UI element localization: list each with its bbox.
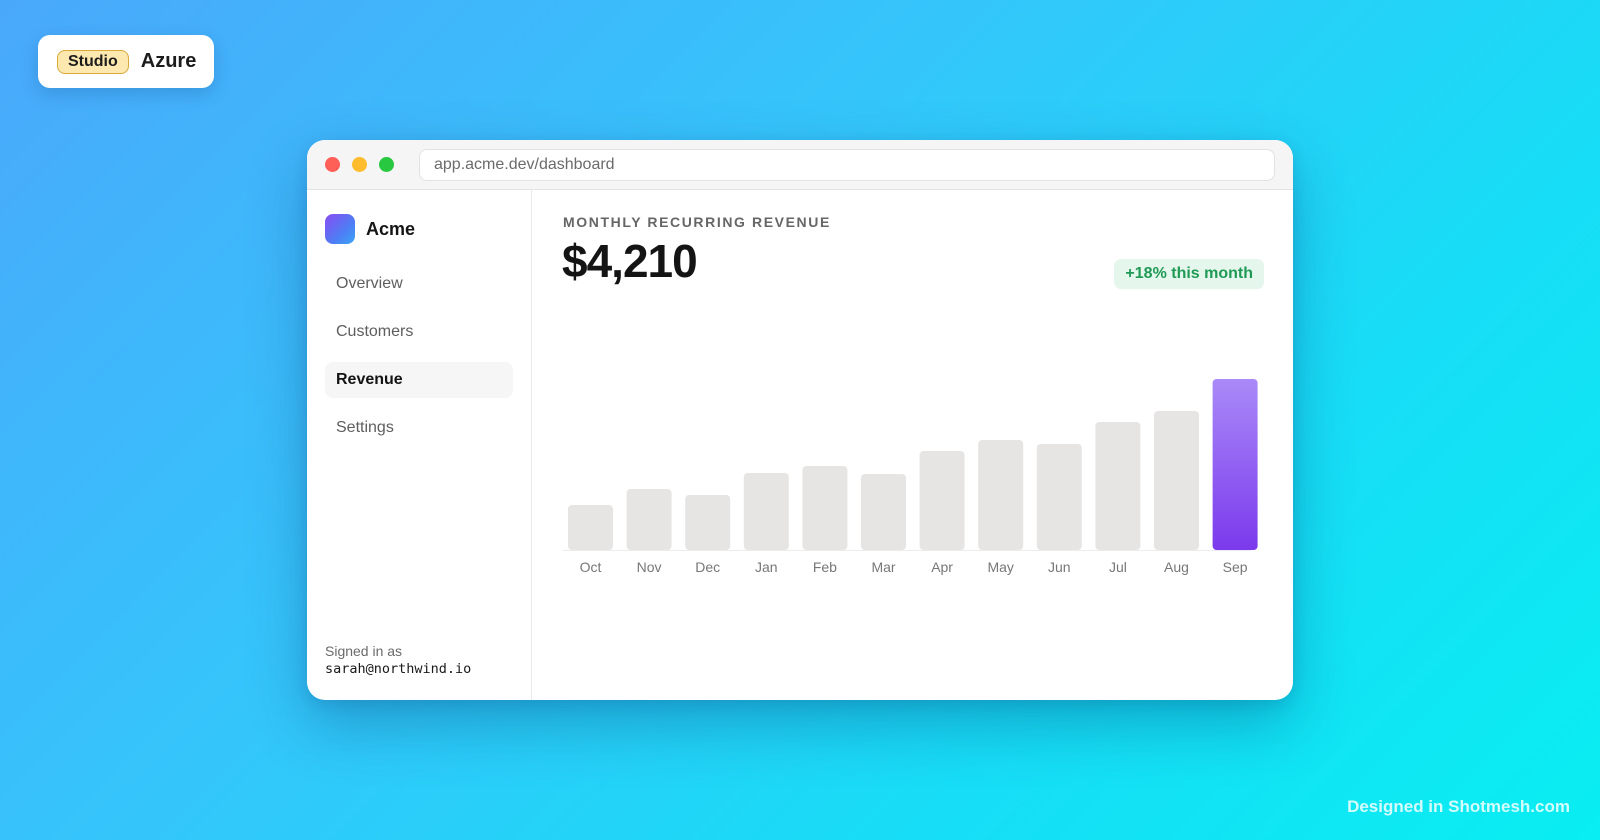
brand-logo bbox=[325, 214, 355, 244]
bar-jan[interactable] bbox=[743, 473, 789, 550]
main-content: MONTHLY RECURRING REVENUE $4,210 +18% th… bbox=[533, 190, 1293, 700]
close-window-button[interactable] bbox=[325, 157, 340, 172]
window-titlebar: app.acme.dev/dashboard bbox=[307, 140, 1293, 190]
bar-oct[interactable] bbox=[568, 505, 613, 550]
x-tick-label-jan: Jan bbox=[755, 559, 778, 575]
bar-may[interactable] bbox=[978, 440, 1024, 550]
x-tick-label-jun: Jun bbox=[1048, 559, 1071, 575]
sidebar: Acme Overview Customers Revenue Settings… bbox=[307, 190, 532, 700]
minimize-window-button[interactable] bbox=[352, 157, 367, 172]
sidebar-nav: Overview Customers Revenue Settings bbox=[325, 266, 513, 458]
x-tick-label-nov: Nov bbox=[637, 559, 662, 575]
revenue-bar-chart: Oct Nov Dec Jan Feb Mar Apr May Jun Jul Aug Sep bbox=[563, 379, 1258, 575]
designer-credit: Designed in Shotmesh.com bbox=[1347, 797, 1570, 816]
bar-sep[interactable] bbox=[1212, 379, 1258, 550]
sidebar-item-revenue[interactable]: Revenue bbox=[325, 362, 513, 398]
signed-in-info: Signed in as sarah@northwind.io bbox=[325, 642, 471, 678]
bar-jun[interactable] bbox=[1036, 444, 1082, 550]
brand: Acme bbox=[325, 214, 415, 244]
bar-feb[interactable] bbox=[802, 466, 848, 550]
bar-jul[interactable] bbox=[1095, 422, 1141, 550]
x-tick-label-mar: Mar bbox=[871, 559, 895, 575]
browser-window: app.acme.dev/dashboard Acme Overview Cus… bbox=[307, 140, 1293, 700]
studio-pill: Studio bbox=[57, 49, 129, 74]
bar-aug[interactable] bbox=[1154, 411, 1199, 550]
bar-apr[interactable] bbox=[919, 451, 965, 550]
signed-in-label: Signed in as bbox=[325, 643, 403, 659]
signed-in-email: sarah@northwind.io bbox=[325, 661, 472, 677]
sidebar-item-overview[interactable]: Overview bbox=[325, 266, 513, 302]
bar-nov[interactable] bbox=[626, 489, 672, 550]
x-tick-label-oct: Oct bbox=[580, 559, 602, 575]
bar-mar[interactable] bbox=[861, 474, 906, 550]
x-tick-label-feb: Feb bbox=[813, 559, 837, 575]
x-tick-label-may: May bbox=[987, 559, 1013, 575]
x-tick-label-dec: Dec bbox=[695, 559, 720, 575]
bar-dec[interactable] bbox=[685, 495, 731, 550]
sidebar-item-customers[interactable]: Customers bbox=[325, 314, 513, 350]
address-bar[interactable]: app.acme.dev/dashboard bbox=[419, 149, 1275, 181]
sidebar-item-settings[interactable]: Settings bbox=[325, 410, 513, 446]
x-tick-label-jul: Jul bbox=[1109, 559, 1127, 575]
brand-name: Acme bbox=[366, 218, 416, 239]
theme-name: Azure bbox=[140, 50, 197, 72]
x-tick-label-aug: Aug bbox=[1164, 559, 1189, 575]
x-tick-label-apr: Apr bbox=[931, 559, 953, 575]
maximize-window-button[interactable] bbox=[379, 157, 394, 172]
studio-badge-card: Studio Azure bbox=[38, 35, 214, 88]
x-tick-label-sep: Sep bbox=[1223, 559, 1248, 575]
